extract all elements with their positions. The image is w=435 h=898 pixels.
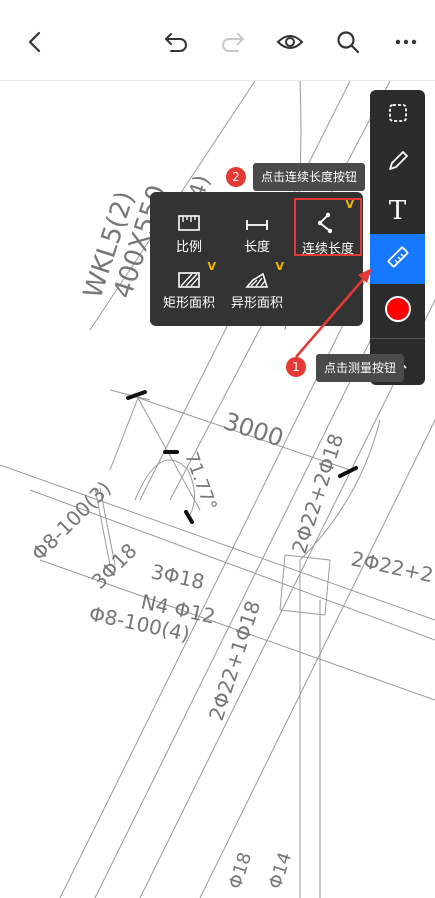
irregular-area-button[interactable]: V 异形面积 [224, 260, 290, 318]
angle-label: 71.77° [180, 450, 220, 514]
step1-badge: 1 [286, 357, 306, 377]
polyline-length-label: 连续长度 [301, 242, 354, 257]
right-toolbar: T [370, 90, 425, 385]
select-region-button[interactable] [370, 90, 425, 140]
search-icon[interactable] [330, 24, 366, 60]
measure-button[interactable] [370, 234, 425, 284]
length-label: 长度 [243, 240, 270, 255]
undo-icon[interactable] [158, 24, 194, 60]
irregular-area-label: 异形面积 [230, 296, 283, 311]
measure-tools-menu: 比例 长度 V 连续长度 V 矩形面积 V 异形面积 [150, 192, 363, 326]
scale-ruler-label: 比例 [175, 240, 202, 255]
step1-tooltip: 点击测量按钮 [316, 354, 405, 382]
step2-tooltip: 点击连续长度按钮 [253, 163, 366, 191]
pen-button[interactable] [370, 138, 425, 188]
polyline-length-button[interactable]: V 连续长度 [294, 198, 362, 257]
scale-ruler-button[interactable]: 比例 [156, 206, 222, 262]
vip-badge: V [207, 260, 216, 273]
bottom-rebar-d-label: Φ14 [265, 850, 296, 892]
more-icon[interactable] [388, 24, 424, 60]
stirrup-left-label: Φ8-100(3) [27, 476, 116, 565]
length-button[interactable]: 长度 [224, 206, 290, 262]
rect-area-label: 矩形面积 [162, 296, 215, 311]
bottom-rebar-c-label: Φ18 [225, 850, 256, 892]
ruler-icon [385, 244, 411, 274]
text-icon: T [388, 196, 407, 226]
top-toolbar [0, 0, 435, 81]
polyline-length-icon [296, 208, 360, 234]
length-icon [224, 206, 290, 232]
color-button[interactable] [370, 286, 425, 336]
rect-area-button[interactable]: V 矩形面积 [156, 260, 222, 318]
vip-badge: V [275, 260, 284, 273]
vip-badge: V [345, 198, 354, 211]
dimension-label: 3000 [220, 407, 287, 453]
chevron-left-icon[interactable] [18, 24, 54, 60]
step2-badge: 2 [226, 167, 246, 187]
scale-ruler-icon [156, 206, 222, 232]
color-dot-icon [384, 295, 412, 327]
bottom-rebar-b-label: 3Φ18 [149, 559, 207, 594]
rebar-right-label: 2Φ22+2 [349, 546, 435, 587]
select-region-icon [386, 101, 410, 129]
text-tool-button[interactable]: T [370, 186, 425, 236]
eye-icon[interactable] [272, 24, 308, 60]
pen-icon [386, 149, 410, 177]
bottom-rebar-a-label: 3Φ18 [87, 538, 142, 593]
redo-icon[interactable] [215, 24, 251, 60]
